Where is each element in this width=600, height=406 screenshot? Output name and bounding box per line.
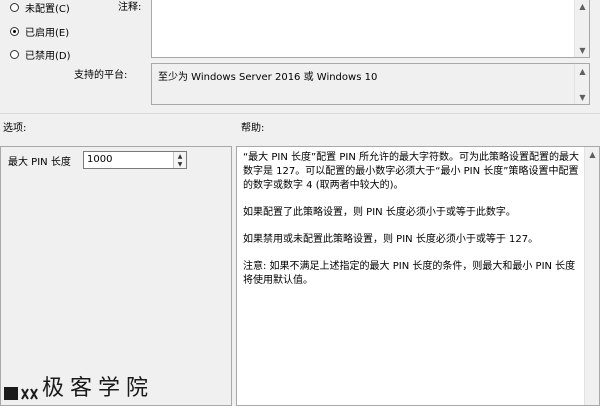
supported-value: 至少为 Windows Server 2016 或 Windows 10 [158,72,378,83]
options-section-label: 选项: [3,123,27,134]
max-pin-length-spinner[interactable]: 1000 ▲ ▼ [83,151,187,169]
help-paragraph: 如果配置了此策略设置，则 PIN 长度必须小于或等于此数字。 [243,207,516,218]
increment-icon[interactable]: ▲ [174,152,186,160]
scroll-down-icon[interactable]: ▼ [575,43,590,57]
scroll-up-icon[interactable]: ▲ [575,0,590,13]
decrement-icon[interactable]: ▼ [174,160,186,168]
logo-mark-icon [4,387,38,400]
supported-label: 支持的平台: [74,70,128,81]
radio-label: 已禁用(D) [25,50,71,62]
supported-field: 至少为 Windows Server 2016 或 Windows 10 ▲ ▼ [151,63,590,105]
help-text: “最大 PIN 长度”配置 PIN 所允许的最大字符数。可为此策略设置配置的最大… [243,151,581,301]
help-paragraph: 注意: 如果不满足上述指定的最大 PIN 长度的条件，则最大和最小 PIN 长度… [243,261,576,286]
help-paragraph: “最大 PIN 长度”配置 PIN 所允许的最大字符数。可为此策略设置配置的最大… [243,152,579,191]
comment-scrollbar[interactable]: ▲ ▼ [574,0,589,57]
separator [0,113,600,114]
watermark-text: 极客学院 [42,376,155,401]
spinner-buttons: ▲ ▼ [173,152,186,168]
help-paragraph: 如果禁用或未配置此策略设置，则 PIN 长度必须小于或等于 127。 [243,234,539,245]
help-scrollbar[interactable]: ▲ [584,147,599,405]
comment-label: 注释: [118,2,142,13]
radio-disabled[interactable]: 已禁用(D) [10,46,71,62]
scroll-up-icon[interactable]: ▲ [575,64,590,78]
comment-textarea[interactable]: ▲ ▼ [151,0,590,58]
radio-button[interactable] [10,49,19,59]
radio-label: 未配置(C) [25,3,70,15]
help-section-label: 帮助: [241,123,265,134]
help-pane: “最大 PIN 长度”配置 PIN 所允许的最大字符数。可为此策略设置配置的最大… [236,146,600,406]
radio-button[interactable] [10,26,19,36]
radio-enabled[interactable]: 已启用(E) [10,23,69,39]
supported-scrollbar[interactable]: ▲ ▼ [574,64,589,104]
scroll-up-icon[interactable]: ▲ [585,147,600,161]
options-pane: 最大 PIN 长度 1000 ▲ ▼ [0,146,232,406]
max-pin-length-label: 最大 PIN 长度 [8,157,71,168]
radio-not-configured[interactable]: 未配置(C) [10,0,70,15]
radio-label: 已启用(E) [25,27,70,39]
scroll-down-icon[interactable]: ▼ [575,90,590,104]
watermark-logo: 极客学院 [4,378,154,400]
max-pin-length-value: 1000 [87,154,113,165]
radio-button[interactable] [10,2,19,12]
